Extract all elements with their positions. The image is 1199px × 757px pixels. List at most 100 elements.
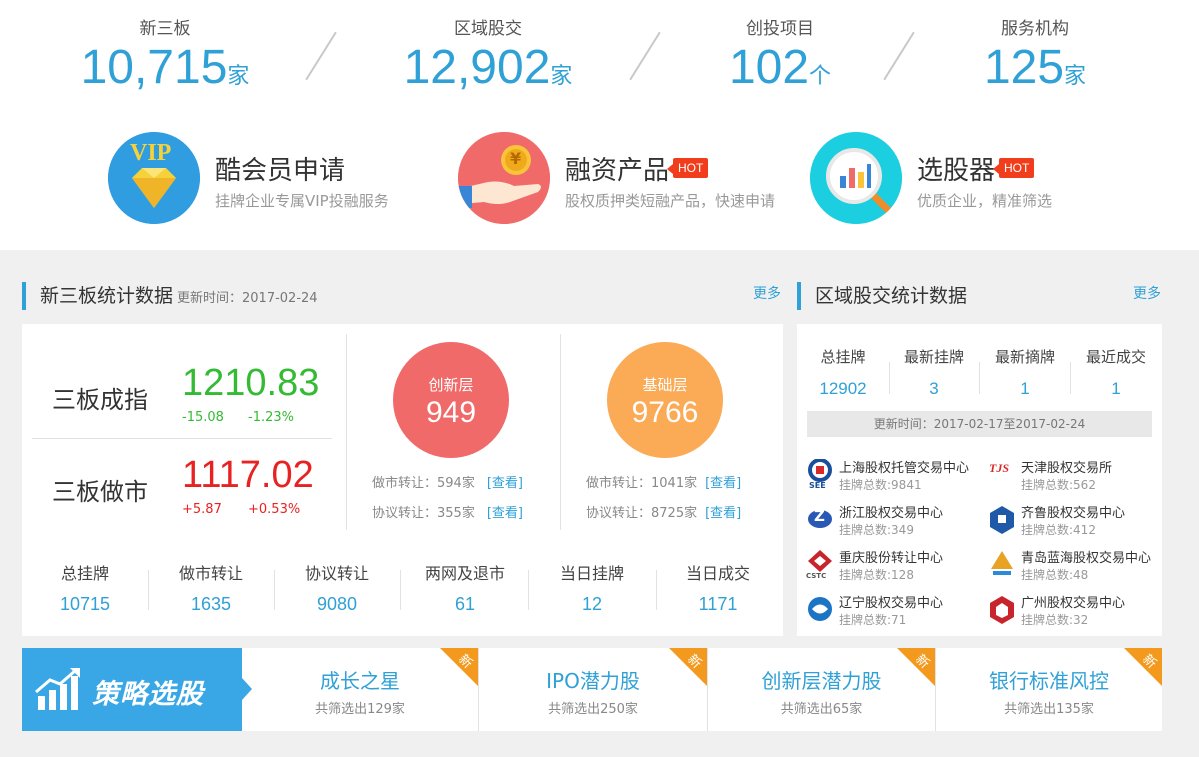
logo-text: SEE [809, 481, 826, 490]
tier-ag-line: 协议转让：355家 [查看] [372, 506, 523, 521]
update-time: 更新时间：2017-02-24 [177, 291, 318, 306]
exchange-count: 挂牌总数:48 [1021, 568, 1089, 582]
feature-stock-screener[interactable]: 选股器 HOT 优质企业，精准筛选 [810, 132, 1110, 224]
strategy-bank-risk[interactable]: 银行标准风控 共筛选出135家 新 [936, 648, 1162, 731]
regional-total: 总挂牌 12902 [819, 348, 867, 398]
index-value: 1210.83 [182, 362, 320, 404]
tier-mm-line: 做市转让：594家 [查看] [372, 476, 523, 491]
tier-mm-line: 做市转让：1041家 [查看] [586, 476, 742, 491]
summary-daily-listing: 当日挂牌 12 [559, 564, 624, 614]
exchange-count: 挂牌总数:71 [839, 613, 907, 627]
stat-service-orgs: 服务机构 125家 [965, 14, 1105, 93]
tier-value: 9766 [631, 396, 699, 429]
exchange-item[interactable]: SEE 上海股权托管交易中心 挂牌总数:9841 [807, 457, 977, 495]
exchange-item[interactable]: 齐鲁股权交易中心 挂牌总数:412 [989, 502, 1159, 540]
feature-financing[interactable]: ¥ 融资产品 HOT 股权质押类短融产品，快速申请 [458, 132, 798, 224]
exchange-name: 辽宁股权交易中心 [839, 596, 944, 611]
divider [32, 438, 332, 439]
stat-value: 12,902家 [403, 41, 573, 94]
tier-name: 创新层 [428, 376, 474, 394]
regional-section-header: 区域股交统计数据 [797, 282, 967, 310]
feature-title: 酷会员申请 [215, 156, 346, 186]
exchange-item[interactable]: Z 浙江股权交易中心 挂牌总数:349 [807, 502, 977, 540]
stat-label: 新三板 [139, 19, 191, 39]
strategy-innovation-potential[interactable]: 创新层潜力股 共筛选出65家 新 [708, 648, 935, 731]
strategy-label-text: 策略选股 [92, 679, 204, 710]
index-change-pct: +0.53% [248, 502, 301, 517]
regional-more-link[interactable]: 更多 [1133, 283, 1161, 303]
neeq-more-link[interactable]: 更多 [753, 283, 781, 303]
logo-text: Z [814, 507, 825, 525]
hand-coin-icon: ¥ [458, 132, 550, 224]
stat-value: 125家 [983, 41, 1087, 94]
logo-text: CSTC [806, 572, 827, 580]
stat-label: 创投项目 [746, 19, 814, 39]
tier-name: 基础层 [642, 376, 688, 394]
exchange-item[interactable]: 青岛蓝海股权交易中心 挂牌总数:48 [989, 547, 1159, 585]
feature-vip[interactable]: VIP 酷会员申请 挂牌企业专属VIP投融服务 [108, 132, 428, 224]
index-name: 三板成指 [52, 386, 148, 414]
liaoning-logo-icon [808, 597, 832, 621]
magnifier-chart-icon [810, 132, 902, 224]
exchange-name: 广州股权交易中心 [1021, 596, 1126, 611]
divider [305, 31, 337, 81]
index-name: 三板做市 [52, 478, 148, 506]
chart-growth-icon [35, 668, 80, 710]
stat-label: 区域股交 [454, 19, 522, 39]
strategy-desc: 共筛选出135家 [1004, 702, 1094, 717]
exchange-item[interactable]: CSTC 重庆股份转让中心 挂牌总数:128 [806, 547, 977, 585]
divider [560, 334, 561, 530]
exchange-count: 挂牌总数:9841 [839, 478, 922, 492]
divider [629, 31, 661, 81]
qilu-logo-icon [990, 506, 1014, 534]
exchange-count: 挂牌总数:412 [1021, 523, 1096, 537]
strategy-ipo-potential[interactable]: IPO潜力股 共筛选出250家 新 [479, 648, 707, 731]
hot-badge: HOT [666, 158, 709, 178]
feature-desc: 股权质押类短融产品，快速申请 [565, 192, 776, 210]
innovation-tier-circle: 创新层 949 [393, 342, 509, 458]
exchange-count: 挂牌总数:349 [839, 523, 914, 537]
regional-new-listing: 最新挂牌 3 [903, 348, 964, 398]
coin-text: ¥ [510, 149, 522, 168]
guangzhou-logo-icon [990, 596, 1014, 624]
qingdao-logo-icon [991, 551, 1013, 575]
strategy-desc: 共筛选出129家 [315, 702, 405, 717]
summary-daily-trades: 当日成交 1171 [685, 564, 750, 614]
exchange-item[interactable]: 辽宁股权交易中心 挂牌总数:71 [807, 592, 977, 630]
stat-vc-projects: 创投项目 102个 [710, 14, 850, 93]
vip-text: VIP [130, 140, 172, 166]
section-title: 新三板统计数据 [40, 285, 174, 307]
exchange-name: 齐鲁股权交易中心 [1021, 506, 1126, 521]
index-change: +5.87 [182, 502, 222, 517]
top-stats-bar: 新三板 10,715家 区域股交 12,902家 创投项目 102个 服务机构 … [0, 0, 1199, 250]
hot-badge: HOT [992, 158, 1035, 178]
strategy-label: 策略选股 [22, 648, 252, 731]
section-title: 区域股交统计数据 [815, 285, 968, 307]
tjs-logo-icon: TJS [989, 461, 1010, 475]
exchange-count: 挂牌总数:562 [1021, 478, 1096, 492]
tier-ag-line: 协议转让：8725家 [查看] [586, 506, 742, 521]
divider [883, 31, 915, 81]
exchange-item[interactable]: 广州股权交易中心 挂牌总数:32 [989, 592, 1159, 630]
exchange-item[interactable]: TJS 天津股权交易所 挂牌总数:562 [989, 457, 1159, 495]
stat-label: 服务机构 [1001, 19, 1069, 39]
summary-market-making: 做市转让 1635 [178, 564, 243, 614]
neeq-section-header: 新三板统计数据 更新时间：2017-02-24 [22, 282, 318, 310]
vip-diamond-icon: VIP [108, 132, 200, 224]
regional-stats-panel: 总挂牌 12902 最新挂牌 3 最新摘牌 1 最近成交 1 更新时间：2017-02-… [797, 324, 1162, 636]
index-change-pct: -1.23% [248, 410, 294, 425]
feature-desc: 优质企业，精准筛选 [917, 192, 1053, 210]
stat-value: 102个 [728, 41, 832, 94]
exchange-name: 天津股权交易所 [1021, 461, 1113, 476]
view-link[interactable]: [查看] [705, 476, 741, 491]
exchange-name: 上海股权托管交易中心 [839, 461, 970, 476]
strategy-growth-star[interactable]: 成长之星 共筛选出129家 新 [242, 648, 478, 731]
stat-regional: 区域股交 12,902家 [398, 14, 578, 93]
regional-recent-trades: 最近成交 1 [1085, 348, 1146, 398]
view-link[interactable]: [查看] [705, 506, 741, 521]
strategy-desc: 共筛选出65家 [780, 702, 863, 717]
regional-new-delisting: 最新摘牌 1 [994, 348, 1055, 398]
view-link[interactable]: [查看] [487, 476, 523, 491]
view-link[interactable]: [查看] [487, 506, 523, 521]
feature-desc: 挂牌企业专属VIP投融服务 [215, 192, 389, 210]
